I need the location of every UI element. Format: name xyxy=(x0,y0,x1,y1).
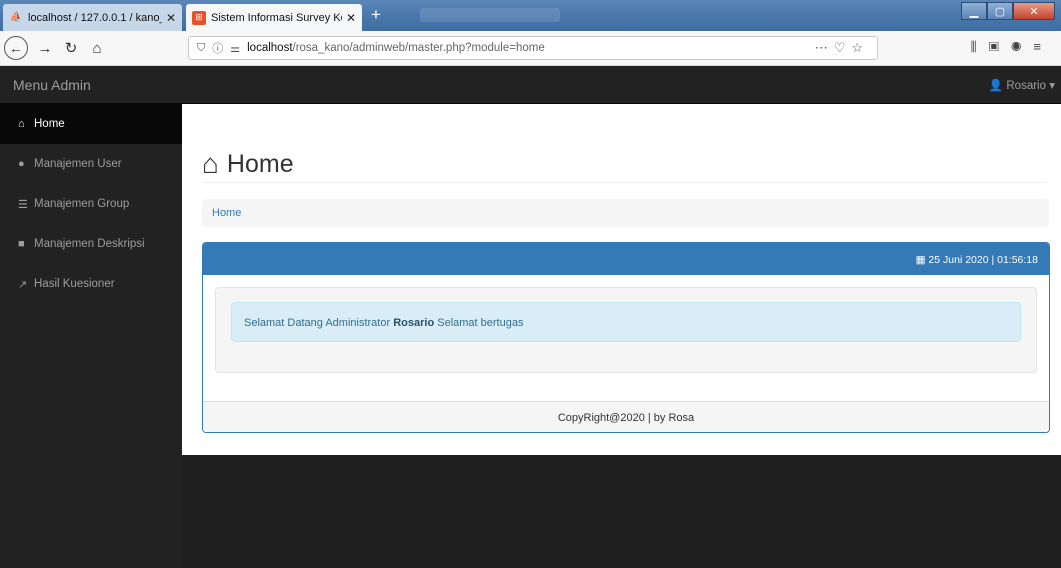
toolbar-icons[interactable]: ⫼▣◉≡ xyxy=(971,39,1053,55)
phpmyadmin-icon: ⛵ xyxy=(9,12,23,23)
admin-top-bar: Menu Admin 👤 Rosario ▾ xyxy=(0,66,1061,104)
home-browser-icon[interactable]: ⌂ xyxy=(86,37,108,59)
browser-nav-bar: ← → ↻ ⌂ ⛉ ⓘ ⚌ localhost/rosa_kano/adminw… xyxy=(0,31,1061,66)
list-icon: ☰ xyxy=(18,198,28,211)
browser-tab-survey[interactable]: ⊞ Sistem Informasi Survey Kepuasan ✕ xyxy=(186,4,362,31)
brand-title[interactable]: Menu Admin xyxy=(13,77,91,93)
title-bar-blur xyxy=(420,8,560,22)
app-icon: ⊞ xyxy=(192,10,206,25)
sidebar-item-label: Hasil Kuesioner xyxy=(34,278,115,290)
tab-title: localhost / 127.0.0.1 / kano_rosa xyxy=(28,11,162,24)
url-path: /rosa_kano/adminweb/master.php?module=ho… xyxy=(292,42,545,54)
page-title-text: Home xyxy=(226,149,294,178)
panel-header: ▦ 25 Juni 2020 | 01:56:18 xyxy=(203,243,1049,275)
minimize-icon[interactable]: ▁ xyxy=(961,2,987,20)
close-tab-icon[interactable]: ✕ xyxy=(346,11,356,25)
sidebar-item-manajemen-user[interactable]: ● Manajemen User xyxy=(0,144,182,184)
shield-icon: ⛉ xyxy=(197,41,206,54)
url-bar[interactable]: ⛉ ⓘ ⚌ localhost/rosa_kano/adminweb/maste… xyxy=(188,36,878,60)
reload-icon[interactable]: ↻ xyxy=(60,37,82,59)
page-title: ⌂ Home xyxy=(202,148,294,180)
back-icon[interactable]: ← xyxy=(4,36,28,60)
sidebar-item-label: Home xyxy=(34,118,65,130)
main-content: ⌂ Home Home ▦ 25 Juni 2020 | 01:56:18 Se… xyxy=(182,104,1061,455)
sidebar-item-label: Manajemen Deskripsi xyxy=(34,238,145,250)
browser-tab-phpmyadmin[interactable]: ⛵ localhost / 127.0.0.1 / kano_rosa ✕ xyxy=(3,4,182,31)
maximize-icon[interactable]: ▢ xyxy=(987,2,1013,20)
url-host: localhost xyxy=(247,42,293,54)
panel-body: Selamat Datang Administrator Rosario Sel… xyxy=(203,275,1049,401)
welcome-prefix: Selamat Datang Administrator xyxy=(244,317,391,329)
home-icon: ⌂ xyxy=(18,118,25,130)
sidebar-item-manajemen-group[interactable]: ☰ Manajemen Group xyxy=(0,184,182,224)
info-icon[interactable]: ⓘ xyxy=(212,40,223,56)
user-icon: 👤 xyxy=(988,80,1004,92)
user-name: Rosario xyxy=(1006,80,1047,92)
window-controls: ▁ ▢ ✕ xyxy=(961,2,1055,20)
sidebar-item-label: Manajemen User xyxy=(34,158,122,170)
caret-down-icon: ▾ xyxy=(1049,80,1055,92)
sidebar-item-hasil-kuesioner[interactable]: ↗ Hasil Kuesioner xyxy=(0,264,182,304)
user-menu[interactable]: 👤 Rosario ▾ xyxy=(989,78,1055,92)
page-actions-icon[interactable]: ⋯♡☆ xyxy=(815,40,869,56)
close-tab-icon[interactable]: ✕ xyxy=(166,11,176,25)
book-icon: ■ xyxy=(18,238,25,250)
close-window-icon[interactable]: ✕ xyxy=(1013,2,1055,20)
welcome-alert: Selamat Datang Administrator Rosario Sel… xyxy=(231,302,1021,342)
permissions-icon[interactable]: ⚌ xyxy=(230,42,240,55)
panel-footer: CopyRight@2020 | by Rosa xyxy=(203,401,1049,432)
tab-title: Sistem Informasi Survey Kepuasan xyxy=(211,11,342,24)
share-icon: ↗ xyxy=(18,278,28,291)
sidebar-item-label: Manajemen Group xyxy=(34,198,130,210)
home-icon: ⌂ xyxy=(202,148,219,179)
breadcrumb-home-link[interactable]: Home xyxy=(212,207,241,219)
copyright-text: CopyRight@2020 | by Rosa xyxy=(557,412,695,424)
welcome-suffix: Selamat bertugas xyxy=(437,317,524,329)
well: Selamat Datang Administrator Rosario Sel… xyxy=(215,287,1037,373)
new-tab-button[interactable]: + xyxy=(367,5,385,25)
browser-tab-bar: ⛵ localhost / 127.0.0.1 / kano_rosa ✕ ⊞ … xyxy=(0,0,1061,31)
breadcrumb: Home xyxy=(202,199,1049,227)
datetime-text: 25 Juni 2020 | 01:56:18 xyxy=(928,254,1038,266)
welcome-name: Rosario xyxy=(393,317,435,329)
sidebar: ⌂ Home ● Manajemen User ☰ Manajemen Grou… xyxy=(0,104,182,568)
welcome-panel: ▦ 25 Juni 2020 | 01:56:18 Selamat Datang… xyxy=(202,242,1050,433)
sidebar-item-manajemen-deskripsi[interactable]: ■ Manajemen Deskripsi xyxy=(0,224,182,264)
divider xyxy=(202,182,1047,183)
calendar-icon: ▦ xyxy=(915,254,926,266)
forward-icon[interactable]: → xyxy=(34,37,56,59)
sidebar-item-home[interactable]: ⌂ Home xyxy=(0,104,182,144)
user-icon: ● xyxy=(18,158,25,170)
